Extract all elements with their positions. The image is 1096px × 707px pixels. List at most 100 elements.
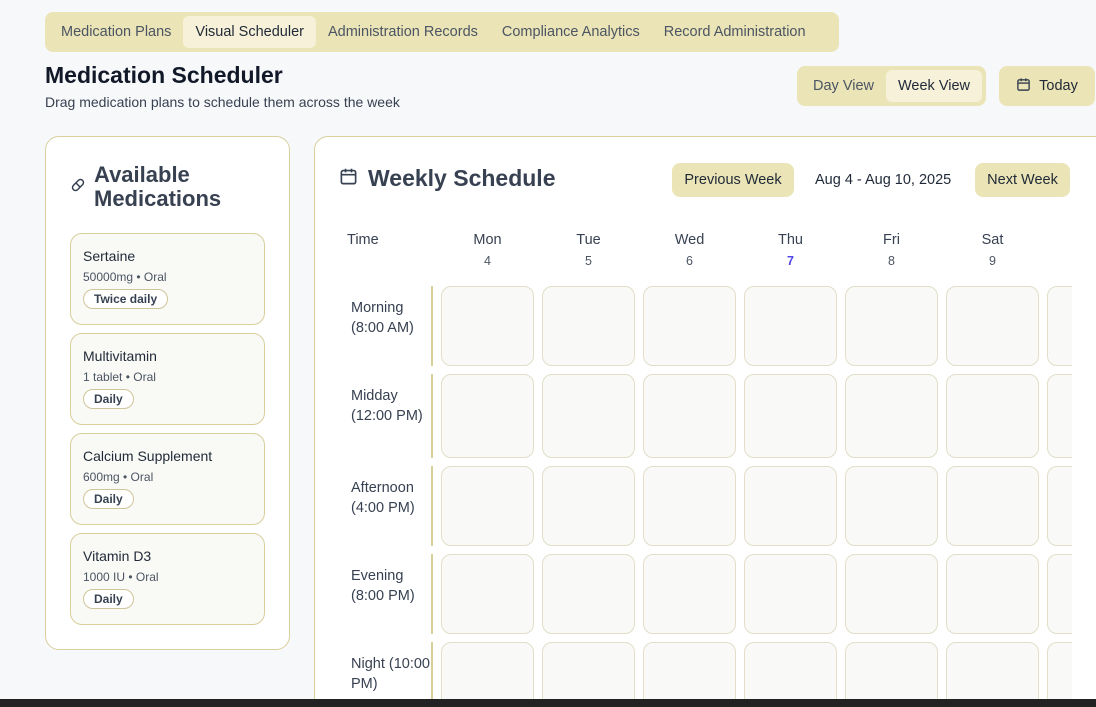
bottom-bar	[0, 699, 1096, 707]
schedule-drop-cell[interactable]	[441, 642, 534, 707]
time-slot-divider	[431, 466, 433, 546]
day-number: 7	[787, 254, 794, 268]
medication-detail: 1000 IU • Oral	[83, 570, 159, 584]
time-slot-label: Afternoon (4:00 PM)	[351, 480, 415, 516]
medication-detail: 50000mg • Oral	[83, 270, 167, 284]
time-slot-divider	[431, 286, 433, 366]
schedule-drop-cell[interactable]	[643, 642, 736, 707]
schedule-drop-cell[interactable]	[643, 286, 736, 366]
medications-panel-title: Available Medications	[94, 162, 222, 211]
schedule-drop-cell[interactable]	[643, 374, 736, 458]
schedule-drop-cell[interactable]	[845, 554, 938, 634]
time-slot-label: Evening (8:00 PM)	[351, 568, 415, 604]
day-header-tue: Tue 5	[542, 232, 635, 268]
schedule-drop-cell[interactable]	[542, 466, 635, 546]
medication-name: Sertaine	[83, 248, 136, 264]
week-view-button[interactable]: Week View	[885, 70, 982, 102]
main-tabs: Medication Plans Visual Scheduler Admini…	[45, 12, 839, 52]
day-header-mon: Mon 4	[441, 232, 534, 268]
medication-name: Vitamin D3	[83, 548, 152, 564]
frequency-badge: Twice daily	[83, 289, 169, 309]
schedule-drop-cell[interactable]	[1047, 286, 1072, 366]
day-number: 9	[989, 254, 996, 268]
day-name: Sun	[1047, 232, 1072, 248]
schedule-drop-cell[interactable]	[542, 286, 635, 366]
tab-medication-plans[interactable]: Medication Plans	[49, 16, 183, 48]
today-button[interactable]: Today	[999, 66, 1095, 106]
schedule-drop-cell[interactable]	[542, 374, 635, 458]
medication-card-sertaine[interactable]: Sertaine 50000mg • Oral Twice daily	[70, 233, 265, 325]
calendar-icon	[339, 167, 358, 191]
medication-card-calcium-supplement[interactable]: Calcium Supplement 600mg • Oral Daily	[70, 433, 265, 525]
schedule-drop-cell[interactable]	[744, 554, 837, 634]
schedule-drop-cell[interactable]	[542, 554, 635, 634]
day-header-fri: Fri 8	[845, 232, 938, 268]
schedule-drop-cell[interactable]	[441, 554, 534, 634]
time-slot-label: Morning (8:00 AM)	[351, 300, 414, 336]
previous-week-button[interactable]: Previous Week	[672, 163, 794, 197]
schedule-drop-cell[interactable]	[744, 642, 837, 707]
medication-card-vitamin-d3[interactable]: Vitamin D3 1000 IU • Oral Daily	[70, 533, 265, 625]
schedule-drop-cell[interactable]	[441, 374, 534, 458]
next-week-button[interactable]: Next Week	[975, 163, 1070, 197]
tab-record-administration[interactable]: Record Administration	[652, 16, 818, 48]
medication-detail: 600mg • Oral	[83, 470, 154, 484]
schedule-drop-cell[interactable]	[1047, 642, 1072, 707]
time-slot-divider	[431, 642, 433, 707]
schedule-drop-cell[interactable]	[946, 554, 1039, 634]
schedule-header: Weekly Schedule	[339, 165, 556, 192]
schedule-drop-cell[interactable]	[441, 466, 534, 546]
schedule-drop-cell[interactable]	[845, 374, 938, 458]
schedule-drop-cell[interactable]	[1047, 554, 1072, 634]
schedule-drop-cell[interactable]	[845, 642, 938, 707]
day-header-thu: Thu 7	[744, 232, 837, 268]
available-medications-panel: Available Medications Sertaine 50000mg •…	[45, 136, 290, 650]
pill-icon	[70, 177, 86, 198]
view-toggle: Day View Week View	[797, 66, 986, 106]
schedule-drop-cell[interactable]	[946, 286, 1039, 366]
frequency-badge: Daily	[83, 389, 134, 409]
medication-detail: 1 tablet • Oral	[83, 370, 156, 384]
schedule-drop-cell[interactable]	[643, 554, 736, 634]
schedule-drop-cell[interactable]	[744, 286, 837, 366]
weekly-schedule-panel: Weekly Schedule Previous Week Aug 4 - Au…	[314, 136, 1096, 707]
day-name: Thu	[778, 232, 803, 248]
frequency-badge: Daily	[83, 589, 134, 609]
day-header-wed: Wed 6	[643, 232, 736, 268]
schedule-drop-cell[interactable]	[946, 642, 1039, 707]
day-number: 8	[888, 254, 895, 268]
schedule-drop-cell[interactable]	[1047, 466, 1072, 546]
week-range-label: Aug 4 - Aug 10, 2025	[815, 172, 952, 188]
medication-name: Calcium Supplement	[83, 448, 213, 464]
day-header-sun: Sun 10	[1047, 232, 1072, 268]
time-column-header: Time	[347, 232, 379, 248]
medications-panel-header: Available Medications	[70, 163, 234, 211]
day-name: Fri	[883, 232, 900, 248]
day-number: 10	[1047, 254, 1072, 268]
day-name: Mon	[473, 232, 502, 248]
time-slot-divider	[431, 554, 433, 634]
day-name: Sat	[981, 232, 1004, 248]
day-name: Wed	[674, 232, 705, 248]
day-view-button[interactable]: Day View	[801, 70, 886, 102]
schedule-drop-cell[interactable]	[744, 466, 837, 546]
schedule-drop-cell[interactable]	[643, 466, 736, 546]
schedule-drop-cell[interactable]	[946, 466, 1039, 546]
time-slot-label: Night (10:00 PM)	[351, 656, 430, 692]
tab-administration-records[interactable]: Administration Records	[316, 16, 490, 48]
frequency-badge: Daily	[83, 489, 134, 509]
schedule-drop-cell[interactable]	[1047, 374, 1072, 458]
schedule-drop-cell[interactable]	[542, 642, 635, 707]
schedule-drop-cell[interactable]	[845, 466, 938, 546]
day-number: 5	[585, 254, 592, 268]
schedule-drop-cell[interactable]	[441, 286, 534, 366]
schedule-drop-cell[interactable]	[744, 374, 837, 458]
tab-compliance-analytics[interactable]: Compliance Analytics	[490, 16, 652, 48]
tab-visual-scheduler[interactable]: Visual Scheduler	[183, 16, 316, 48]
schedule-drop-cell[interactable]	[946, 374, 1039, 458]
schedule-title: Weekly Schedule	[368, 165, 556, 191]
page-title: Medication Scheduler	[45, 62, 283, 88]
schedule-drop-cell[interactable]	[845, 286, 938, 366]
medication-card-multivitamin[interactable]: Multivitamin 1 tablet • Oral Daily	[70, 333, 265, 425]
day-number: 4	[484, 254, 491, 268]
